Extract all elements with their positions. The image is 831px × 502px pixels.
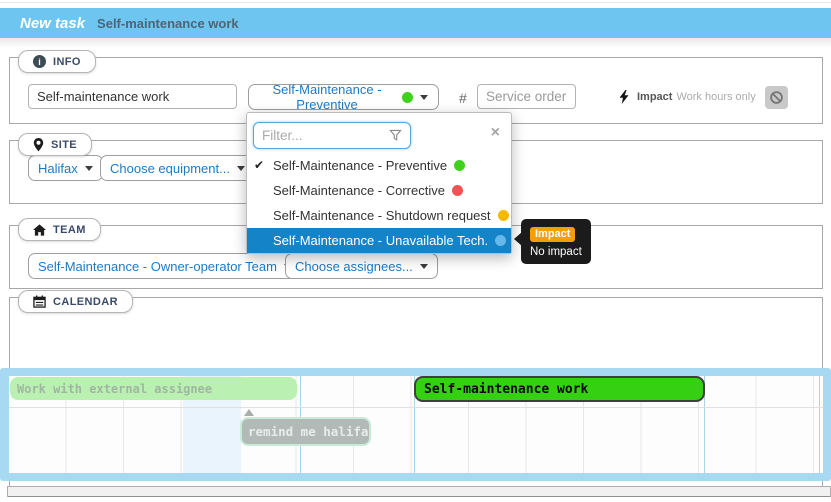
chevron-down-icon — [420, 95, 428, 100]
option-label: Self-Maintenance - Unavailable Tech. — [273, 228, 488, 253]
impact-tooltip: Impact No impact — [521, 219, 591, 264]
option-label: Self-Maintenance - Corrective — [273, 178, 445, 203]
choose-equipment-button[interactable]: Choose equipment... — [100, 155, 255, 181]
task-type-dropdown-panel: × ✔ Self-Maintenance - Preventive Self-M… — [246, 112, 512, 254]
impact-mode-label: Work hours only — [676, 91, 755, 103]
calendar-icon — [33, 295, 46, 308]
close-icon[interactable]: × — [491, 125, 500, 141]
team-section-tab: TEAM — [18, 218, 101, 241]
scheduler-grid[interactable]: Work with external assignee Self-mainten… — [9, 376, 823, 473]
option-shutdown-request[interactable]: Self-Maintenance - Shutdown request — [247, 203, 511, 228]
chevron-down-icon — [85, 166, 93, 171]
check-icon: ✔ — [254, 153, 264, 178]
task-type-color-dot — [402, 92, 413, 103]
site-select-label: Halifax — [38, 161, 78, 176]
event-work-with-external-assignee[interactable]: Work with external assignee — [10, 377, 297, 400]
task-name-input[interactable] — [28, 84, 237, 109]
dropdown-filter-input[interactable] — [253, 122, 411, 149]
option-unavailable-tech[interactable]: Self-Maintenance - Unavailable Tech. — [247, 228, 511, 253]
option-label: Self-Maintenance - Shutdown request — [273, 203, 491, 228]
day-boundary-line — [819, 376, 820, 473]
chevron-down-icon — [237, 166, 245, 171]
status-color-dot — [495, 235, 506, 246]
service-order-input[interactable] — [477, 84, 576, 109]
option-label: Self-Maintenance - Preventive — [273, 153, 447, 178]
service-order-hash-label: # — [459, 90, 467, 106]
option-preventive[interactable]: ✔ Self-Maintenance - Preventive — [247, 153, 511, 178]
home-icon — [33, 224, 46, 236]
calendar-section-tab: CALENDAR — [18, 290, 133, 313]
impact-setting: Impact Work hours only — [619, 85, 788, 109]
event-remind-me-halifax[interactable]: remind me halifax — [240, 417, 371, 446]
task-type-dropdown-button[interactable]: Self-Maintenance - Preventive — [248, 84, 439, 110]
event-label: remind me halifax — [248, 424, 371, 439]
task-type-options-list: ✔ Self-Maintenance - Preventive Self-Mai… — [247, 153, 511, 253]
horizontal-scrollbar[interactable] — [7, 486, 831, 497]
info-tab-label: INFO — [53, 56, 81, 68]
no-impact-toggle-button[interactable] — [765, 86, 788, 109]
page-subtitle: Self-maintenance work — [97, 16, 239, 31]
site-select-button[interactable]: Halifax — [28, 155, 103, 181]
event-label: Self-maintenance work — [424, 382, 588, 397]
chevron-down-icon — [420, 264, 428, 269]
status-color-dot — [452, 185, 463, 196]
status-color-dot — [498, 210, 509, 221]
calendar-tab-label: CALENDAR — [53, 296, 118, 308]
tooltip-arrow-icon — [514, 232, 522, 246]
site-section-tab: SITE — [18, 133, 92, 156]
page-header: New task Self-maintenance work — [0, 8, 831, 38]
new-task-page: New task Self-maintenance work i INFO Se… — [0, 0, 831, 502]
choose-assignees-label: Choose assignees... — [295, 259, 413, 274]
team-select-button[interactable]: Self-Maintenance - Owner-operator Team — [28, 253, 302, 279]
circle-slash-icon — [769, 90, 784, 105]
team-tab-label: TEAM — [53, 224, 86, 236]
info-icon: i — [33, 55, 46, 68]
impact-tooltip-text: No impact — [530, 246, 582, 258]
team-select-label: Self-Maintenance - Owner-operator Team — [38, 259, 277, 274]
page-title: New task — [20, 15, 85, 32]
scheduler-widget: Work with external assignee Self-mainten… — [0, 368, 831, 481]
status-color-dot — [454, 160, 465, 171]
option-corrective[interactable]: Self-Maintenance - Corrective — [247, 178, 511, 203]
impact-label: Impact — [637, 91, 672, 103]
event-start-marker-icon — [244, 409, 254, 416]
lightning-icon — [619, 90, 629, 104]
header-shadow — [0, 38, 831, 48]
task-type-label: Self-Maintenance - Preventive — [259, 82, 395, 112]
location-pin-icon — [33, 138, 44, 152]
info-section-tab: i INFO — [18, 50, 96, 73]
top-divider — [0, 2, 831, 3]
choose-assignees-button[interactable]: Choose assignees... — [285, 253, 438, 279]
event-label: Work with external assignee — [17, 382, 212, 396]
impact-badge: Impact — [530, 227, 575, 242]
scheduler-row-divider — [9, 407, 823, 408]
site-tab-label: SITE — [51, 139, 77, 151]
event-self-maintenance-work[interactable]: Self-maintenance work — [414, 376, 705, 402]
choose-equipment-label: Choose equipment... — [110, 161, 230, 176]
